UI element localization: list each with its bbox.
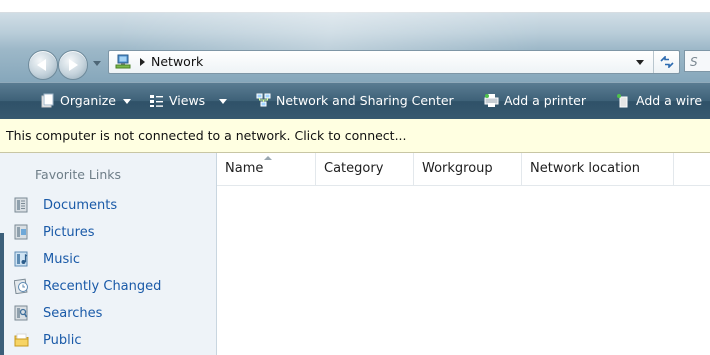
breadcrumb-separator-icon[interactable]: [140, 58, 145, 66]
back-arrow-icon: [37, 59, 46, 71]
address-bar[interactable]: Network: [108, 50, 680, 74]
sidebar-item-music[interactable]: Music: [14, 249, 80, 271]
searches-icon: [14, 305, 28, 320]
refresh-icon: [660, 55, 674, 69]
command-bar: Organize Views Network and Sharing Cente…: [0, 82, 710, 119]
views-button[interactable]: Views: [149, 83, 228, 119]
public-folder-icon: [14, 333, 29, 346]
sidebar-item-pictures[interactable]: Pictures: [14, 222, 94, 244]
forward-arrow-icon: [69, 59, 78, 71]
views-caret-icon: [219, 99, 228, 104]
organize-icon: [41, 93, 54, 108]
column-header-label: Workgroup: [422, 161, 493, 176]
info-bar-message: This computer is not connected to a netw…: [6, 128, 407, 143]
documents-icon: [14, 197, 28, 212]
navigation-pane: Favorite Links Documents Pictures Music: [0, 153, 217, 355]
recently-changed-icon: [14, 278, 28, 294]
network-sharing-icon: [256, 93, 271, 107]
sidebar-item-label: Music: [43, 252, 80, 267]
favorite-links-heading: Favorite Links: [35, 167, 122, 182]
sort-ascending-icon: [264, 156, 272, 160]
column-header-name[interactable]: Name: [217, 153, 316, 185]
pictures-icon: [14, 224, 28, 239]
column-header-category[interactable]: Category: [316, 153, 414, 185]
column-header-workgroup[interactable]: Workgroup: [414, 153, 522, 185]
column-header-label: Network location: [530, 161, 640, 176]
back-button[interactable]: [28, 50, 58, 80]
views-label: Views: [169, 93, 206, 108]
sidebar-item-searches[interactable]: Searches: [14, 303, 102, 325]
printer-icon: [484, 94, 499, 107]
sidebar-item-recently-changed[interactable]: Recently Changed: [14, 276, 161, 298]
sidebar-item-label: Documents: [43, 198, 118, 213]
column-header-label: Name: [225, 161, 264, 176]
forward-button[interactable]: [58, 50, 88, 80]
title-bar: Network S: [0, 0, 710, 82]
organize-label: Organize: [60, 93, 116, 108]
sidebar-item-label: Pictures: [43, 225, 95, 240]
sidebar-item-label: Public: [43, 333, 82, 348]
music-icon: [14, 251, 28, 266]
recent-pages-dropdown-icon[interactable]: [93, 61, 101, 66]
organize-button[interactable]: Organize: [40, 83, 131, 119]
refresh-button[interactable]: [653, 51, 680, 73]
add-wireless-device-button[interactable]: Add a wire: [616, 83, 702, 119]
search-input[interactable]: S: [684, 50, 710, 72]
explorer-window: Network S Organize Views Network and Sha…: [0, 0, 710, 355]
info-bar[interactable]: This computer is not connected to a netw…: [0, 119, 710, 153]
sidebar-item-public[interactable]: Public: [14, 330, 81, 352]
network-sharing-label: Network and Sharing Center: [276, 93, 454, 108]
column-header-network-location[interactable]: Network location: [522, 153, 674, 185]
organize-caret-icon: [123, 99, 131, 104]
sidebar-item-label: Recently Changed: [43, 279, 162, 294]
network-sharing-center-button[interactable]: Network and Sharing Center: [256, 83, 454, 119]
add-printer-label: Add a printer: [504, 93, 587, 108]
sidebar-item-documents[interactable]: Documents: [14, 195, 117, 217]
file-list-area[interactable]: [217, 186, 710, 355]
address-dropdown-icon[interactable]: [636, 60, 644, 65]
add-printer-button[interactable]: Add a printer: [484, 83, 586, 119]
breadcrumb-network[interactable]: Network: [151, 54, 203, 69]
column-headers: Name Category Workgroup Network location: [217, 153, 710, 186]
views-icon: [150, 95, 163, 107]
network-icon: [115, 54, 131, 69]
add-wireless-label: Add a wire: [636, 93, 703, 108]
sidebar-item-label: Searches: [43, 306, 103, 321]
glass-sheen: [120, 12, 540, 52]
wireless-device-icon: [617, 94, 628, 108]
column-header-label: Category: [324, 161, 384, 176]
